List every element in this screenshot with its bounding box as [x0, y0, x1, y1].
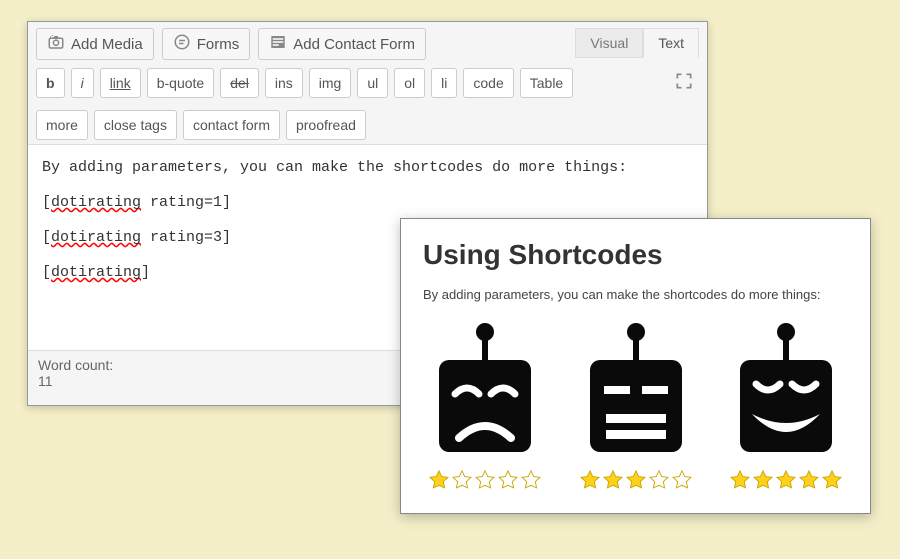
robot-neutral-icon: [574, 320, 698, 465]
add-media-button[interactable]: Add Media: [36, 28, 154, 60]
quicktag-ul[interactable]: ul: [357, 68, 388, 98]
editor-line: [dotirating rating=1]: [42, 194, 693, 211]
robot-rating-3: [574, 320, 698, 491]
quicktag-table[interactable]: Table: [520, 68, 573, 98]
robot-happy-icon: [724, 320, 848, 465]
preview-title: Using Shortcodes: [423, 239, 848, 271]
quicktag-link[interactable]: link: [100, 68, 141, 98]
add-contact-form-label: Add Contact Form: [293, 36, 415, 53]
robot-row: [423, 320, 848, 491]
forms-button[interactable]: Forms: [162, 28, 251, 60]
fullscreen-button[interactable]: [669, 68, 699, 98]
contact-form-icon: [269, 33, 287, 55]
forms-icon: [173, 33, 191, 55]
quicktag-code[interactable]: code: [463, 68, 513, 98]
quicktag-del[interactable]: del: [220, 68, 259, 98]
editor-mode-tabs: Visual Text: [575, 28, 699, 58]
editor-line: By adding parameters, you can make the s…: [42, 159, 693, 176]
quicktag-bold[interactable]: b: [36, 68, 65, 98]
quicktag-italic[interactable]: i: [71, 68, 94, 98]
quicktag-contact-form[interactable]: contact form: [183, 110, 280, 140]
robot-sad-icon: [423, 320, 547, 465]
quicktag-bquote[interactable]: b-quote: [147, 68, 214, 98]
preview-panel: Using Shortcodes By adding parameters, y…: [400, 218, 871, 514]
quicktags-toolbar: b i link b-quote del ins img ul ol li co…: [28, 64, 707, 144]
robot-rating-1: [423, 320, 547, 491]
preview-subtext: By adding parameters, you can make the s…: [423, 287, 848, 302]
fullscreen-icon: [674, 71, 694, 96]
tab-text[interactable]: Text: [643, 28, 699, 58]
forms-label: Forms: [197, 36, 240, 53]
star-rating: [428, 469, 542, 491]
media-toolbar: Add Media Forms Add Contact Form: [28, 22, 707, 64]
star-rating: [729, 469, 843, 491]
quicktag-proofread[interactable]: proofread: [286, 110, 366, 140]
quicktag-ol[interactable]: ol: [394, 68, 425, 98]
quicktag-li[interactable]: li: [431, 68, 457, 98]
quicktag-close-tags[interactable]: close tags: [94, 110, 177, 140]
quicktag-img[interactable]: img: [309, 68, 352, 98]
robot-rating-5: [724, 320, 848, 491]
add-media-label: Add Media: [71, 36, 143, 53]
add-contact-form-button[interactable]: Add Contact Form: [258, 28, 426, 60]
quicktag-more[interactable]: more: [36, 110, 88, 140]
star-rating: [579, 469, 693, 491]
quicktag-ins[interactable]: ins: [265, 68, 303, 98]
camera-icon: [47, 33, 65, 55]
tab-visual[interactable]: Visual: [575, 28, 643, 58]
